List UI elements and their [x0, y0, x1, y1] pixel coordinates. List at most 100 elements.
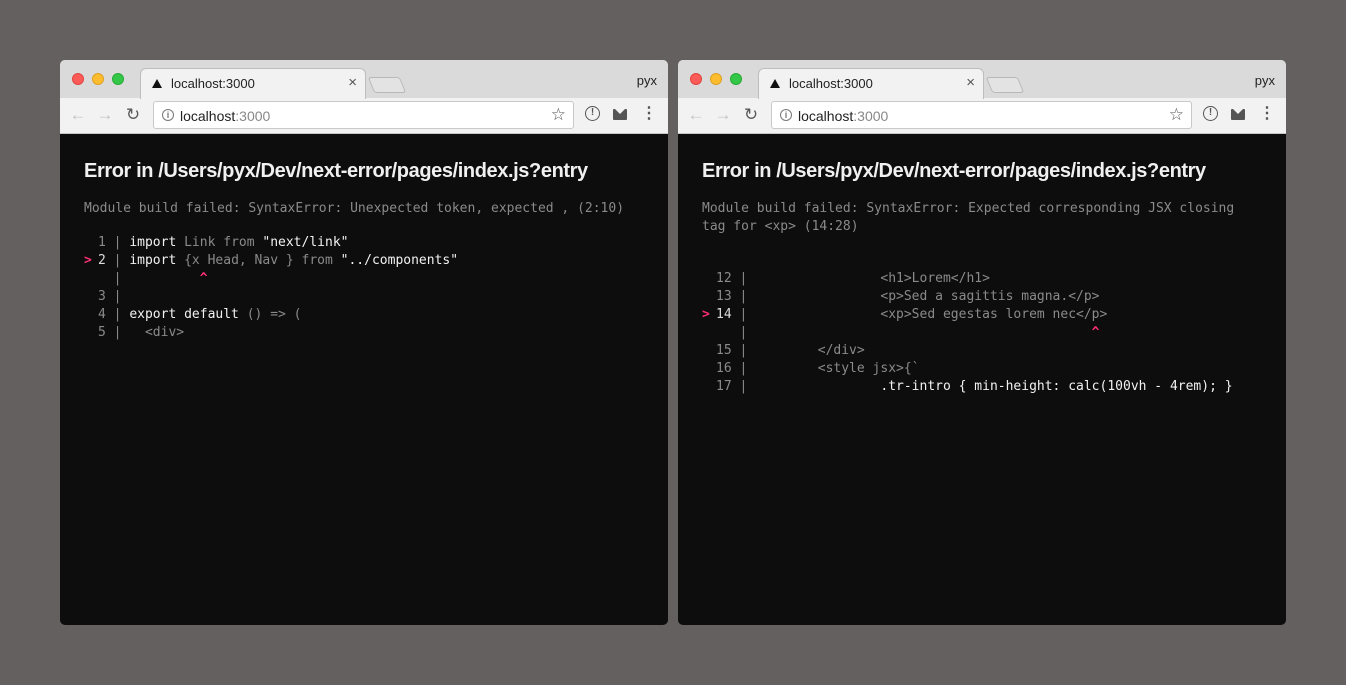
code-token: <p>Sed a sagittis magna.</p> [755, 289, 1100, 304]
extension-icon[interactable]: ! [1203, 106, 1219, 124]
browser-chrome: localhost:3000 × pyx ← → ↻ i localhost:3… [60, 60, 668, 134]
address-bar[interactable]: i localhost:3000 ☆ [153, 101, 574, 129]
zoom-window-button[interactable] [112, 73, 124, 85]
mail-icon[interactable] [613, 106, 629, 124]
code-line: 13 | <p>Sed a sagittis magna.</p> [702, 288, 1272, 306]
gutter-separator: | [731, 289, 756, 304]
browser-toolbar: ← → ↻ i localhost:3000 ☆ ! ⋮ [60, 98, 668, 134]
code-frame: 12 | <h1>Lorem</h1> 13 | <p>Sed a sagitti… [702, 252, 1272, 396]
tab-close-icon[interactable]: × [966, 74, 975, 91]
new-tab-button[interactable] [985, 77, 1025, 93]
kebab-menu-icon[interactable]: ⋮ [1259, 106, 1275, 124]
url-port: :3000 [853, 108, 889, 124]
code-token: Link from [176, 235, 263, 250]
line-number: 3 [98, 289, 106, 304]
code-token: <h1>Lorem</h1> [755, 271, 990, 286]
url-host: localhost [180, 108, 236, 124]
error-message: Module build failed: SyntaxError: Expect… [702, 201, 1235, 234]
url-text[interactable]: localhost:3000 [798, 108, 888, 124]
error-caret: ^ [129, 271, 208, 286]
info-icon[interactable]: i [780, 109, 792, 121]
error-title: Error in /Users/pyx/Dev/next-error/pages… [84, 160, 588, 182]
tab-title: localhost:3000 [789, 76, 873, 91]
gutter-separator: | [731, 361, 756, 376]
error-overlay: Error in /Users/pyx/Dev/next-error/pages… [84, 160, 654, 342]
extension-icon[interactable]: ! [585, 106, 601, 124]
gutter-separator: | [731, 325, 756, 340]
code-line: 1 | import Link from "next/link" [84, 234, 654, 252]
code-token: .tr-intro { min-height: calc(100vh - 4re… [755, 379, 1233, 394]
code-line: 17 | .tr-intro { min-height: calc(100vh … [702, 378, 1272, 396]
code-frame: 1 | import Link from "next/link" >2 | imp… [84, 234, 654, 342]
tab-strip: localhost:3000 × pyx [678, 60, 1286, 99]
gutter-separator: | [731, 343, 756, 358]
minimize-window-button[interactable] [710, 73, 722, 85]
error-overlay: Error in /Users/pyx/Dev/next-error/pages… [702, 160, 1272, 396]
error-message: Module build failed: SyntaxError: Unexpe… [84, 201, 625, 216]
line-number: 1 [98, 235, 106, 250]
error-caret: ^ [755, 325, 1100, 340]
error-line-marker: > [702, 307, 710, 322]
gutter-separator: | [731, 379, 756, 394]
reload-icon[interactable]: ↻ [124, 105, 142, 125]
new-tab-button[interactable] [367, 77, 407, 93]
code-token: () => ( [238, 307, 302, 322]
minimize-window-button[interactable] [92, 73, 104, 85]
code-token: </div> [755, 343, 865, 358]
star-icon[interactable]: ☆ [1169, 105, 1184, 125]
browser-toolbar: ← → ↻ i localhost:3000 ☆ ! ⋮ [678, 98, 1286, 134]
arrow-left-icon[interactable]: ← [687, 105, 705, 125]
code-token: {x Head, Nav } from [176, 253, 341, 268]
code-line: 5 | <div> [84, 324, 654, 342]
zoom-window-button[interactable] [730, 73, 742, 85]
url-text[interactable]: localhost:3000 [180, 108, 270, 124]
triangle-favicon-icon [770, 79, 780, 88]
code-line: 3 | [84, 288, 654, 306]
code-token: <style jsx>{` [755, 361, 920, 376]
code-line: | ^ [84, 270, 654, 288]
line-number: 4 [98, 307, 106, 322]
profile-name[interactable]: pyx [637, 73, 657, 88]
gutter-separator: | [105, 325, 130, 340]
code-line: 16 | <style jsx>{` [702, 360, 1272, 378]
reload-icon[interactable]: ↻ [742, 105, 760, 125]
mail-icon[interactable] [1231, 106, 1247, 124]
gutter-separator: | [105, 235, 130, 250]
arrow-right-icon[interactable]: → [714, 105, 732, 125]
code-token: export default [129, 307, 239, 322]
code-line: 12 | <h1>Lorem</h1> [702, 270, 1272, 288]
address-bar[interactable]: i localhost:3000 ☆ [771, 101, 1192, 129]
code-line: | ^ [702, 324, 1272, 342]
gutter-separator: | [105, 307, 130, 322]
code-token: "../components" [340, 253, 459, 268]
tab-localhost[interactable]: localhost:3000 × [140, 68, 366, 99]
tab-localhost[interactable]: localhost:3000 × [758, 68, 984, 99]
gutter-separator: | [105, 271, 130, 286]
gutter-separator: | [105, 253, 130, 268]
url-port: :3000 [235, 108, 271, 124]
arrow-left-icon[interactable]: ← [69, 105, 87, 125]
line-number: 12 [716, 271, 732, 286]
gutter-separator: | [731, 307, 756, 322]
kebab-menu-icon[interactable]: ⋮ [641, 106, 657, 124]
arrow-right-icon[interactable]: → [96, 105, 114, 125]
error-line-marker: > [84, 253, 92, 268]
tab-close-icon[interactable]: × [348, 74, 357, 91]
browser-chrome: localhost:3000 × pyx ← → ↻ i localhost:3… [678, 60, 1286, 134]
close-window-button[interactable] [72, 73, 84, 85]
triangle-favicon-icon [152, 79, 162, 88]
line-number: 15 [716, 343, 732, 358]
profile-name[interactable]: pyx [1255, 73, 1275, 88]
line-number: 5 [98, 325, 106, 340]
browser-window-right: localhost:3000 × pyx ← → ↻ i localhost:3… [678, 60, 1286, 625]
line-number: 14 [716, 307, 732, 322]
close-window-button[interactable] [690, 73, 702, 85]
code-token: <div> [129, 325, 185, 340]
code-line: >14 | <xp>Sed egestas lorem nec</p> [702, 306, 1272, 324]
code-token: import [129, 253, 177, 268]
info-icon[interactable]: i [162, 109, 174, 121]
code-line: 15 | </div> [702, 342, 1272, 360]
star-icon[interactable]: ☆ [551, 105, 566, 125]
gutter-separator: | [731, 271, 756, 286]
